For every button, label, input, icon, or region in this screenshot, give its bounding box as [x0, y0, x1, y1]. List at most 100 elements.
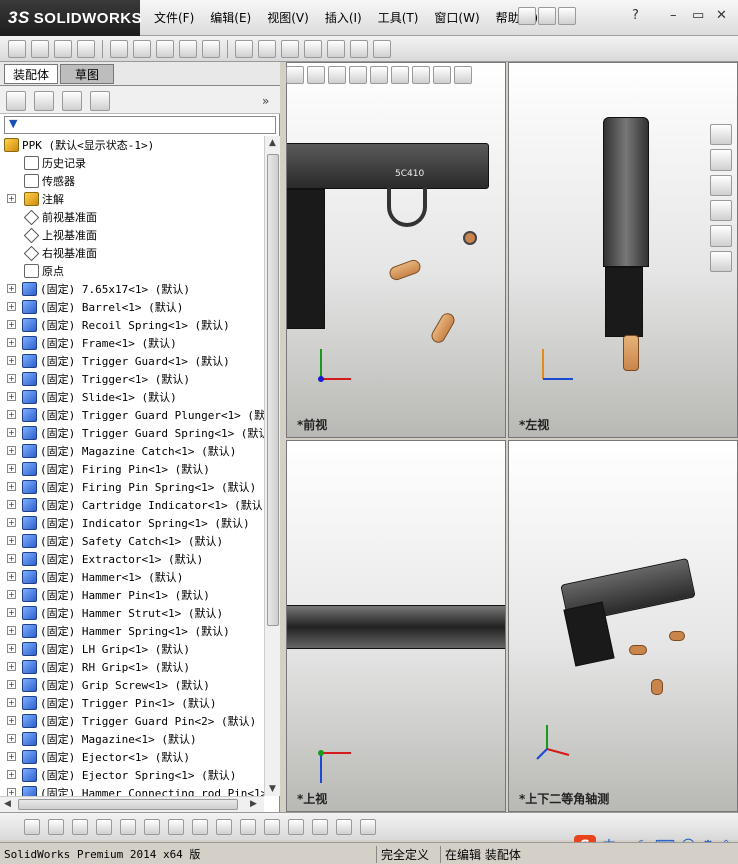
home-icon[interactable]	[710, 124, 732, 146]
trim-icon[interactable]	[96, 818, 112, 835]
minimize-button[interactable]: –	[670, 8, 677, 23]
menu-view[interactable]: 视图(V)	[259, 9, 317, 26]
expand-icon[interactable]: +	[7, 284, 16, 293]
menu-tools[interactable]: 工具(T)	[370, 9, 427, 26]
scroll-left-icon[interactable]: ◀	[4, 799, 11, 809]
viewport-front[interactable]: 5C410 *前视	[286, 62, 506, 438]
tree-item-front-plane[interactable]: 前视基准面	[24, 208, 97, 226]
tree-item-origin[interactable]: 原点	[24, 262, 64, 280]
tree-part-row[interactable]: + (固定) Slide<1> (默认)	[0, 388, 177, 406]
scroll-up-icon[interactable]: ▲	[269, 138, 276, 148]
expand-icon[interactable]: +	[7, 446, 16, 455]
configuration-manager-icon[interactable]	[62, 91, 82, 111]
tree-item-right-plane[interactable]: 右视基准面	[24, 244, 97, 262]
zoom-to-fit-icon[interactable]	[286, 66, 304, 84]
grid-icon[interactable]	[264, 818, 280, 835]
tree-filter-input[interactable]: ▼	[4, 116, 276, 134]
expand-icon[interactable]: +	[7, 626, 16, 635]
tree-part-row[interactable]: + (固定) Hammer Connecting rod Pin<1>	[0, 784, 264, 796]
tree-part-row[interactable]: + (固定) Firing Pin<1> (默认)	[0, 460, 210, 478]
property-manager-icon[interactable]	[34, 91, 54, 111]
tree-item-annotations[interactable]: + 注解	[0, 190, 64, 208]
expand-icon[interactable]: +	[7, 410, 16, 419]
tree-part-row[interactable]: + (固定) Extractor<1> (默认)	[0, 550, 203, 568]
expand-icon[interactable]: +	[7, 338, 16, 347]
exploded-view-icon[interactable]	[258, 39, 276, 58]
explode-line-icon[interactable]	[281, 39, 299, 58]
isometric-view-icon[interactable]	[312, 818, 328, 835]
line-icon[interactable]	[48, 818, 64, 835]
tree-part-row[interactable]: + (固定) Trigger Guard Spring<1> (默认)	[0, 424, 264, 442]
tree-horizontal-scrollbar[interactable]: ◀ ▶	[0, 796, 264, 812]
tree-part-row[interactable]: + (固定) Firing Pin Spring<1> (默认)	[0, 478, 256, 496]
scroll-thumb[interactable]	[267, 154, 279, 626]
expand-icon[interactable]: +	[7, 554, 16, 563]
section-view-icon[interactable]	[349, 66, 367, 84]
expand-icon[interactable]: +	[7, 392, 16, 401]
extend-icon[interactable]	[120, 818, 136, 835]
viewport-left[interactable]: *左视	[508, 62, 738, 438]
viewport-isometric[interactable]: *上下二等角轴测	[508, 440, 738, 812]
expand-icon[interactable]: +	[7, 302, 16, 311]
tree-part-row[interactable]: + (固定) Hammer Pin<1> (默认)	[0, 586, 210, 604]
menu-file[interactable]: 文件(F)	[146, 9, 202, 26]
tree-part-row[interactable]: + (固定) Magazine Catch<1> (默认)	[0, 442, 236, 460]
tree-part-row[interactable]: + (固定) LH Grip<1> (默认)	[0, 640, 190, 658]
tree-part-row[interactable]: + (固定) Hammer Spring<1> (默认)	[0, 622, 230, 640]
pattern-icon[interactable]	[77, 39, 95, 58]
previous-view-icon[interactable]	[328, 66, 346, 84]
tree-part-row[interactable]: + (固定) Hammer Strut<1> (默认)	[0, 604, 223, 622]
insert-component-icon[interactable]	[8, 39, 26, 58]
single-view-icon[interactable]	[336, 818, 352, 835]
open-folder-icon[interactable]	[558, 7, 576, 25]
corner-icon[interactable]	[192, 818, 208, 835]
expand-icon[interactable]: +	[7, 428, 16, 437]
expand-icon[interactable]: +	[7, 716, 16, 725]
tree-item-sensors[interactable]: 传感器	[24, 172, 75, 190]
expand-icon[interactable]: +	[7, 734, 16, 743]
menu-edit[interactable]: 编辑(E)	[202, 9, 259, 26]
expand-icon[interactable]: +	[7, 698, 16, 707]
smart-fasteners-icon[interactable]	[156, 39, 174, 58]
update-icon[interactable]	[373, 39, 391, 58]
bill-of-materials-icon[interactable]	[235, 39, 253, 58]
display-style-icon[interactable]	[391, 66, 409, 84]
expand-icon[interactable]: +	[7, 500, 16, 509]
tree-part-row[interactable]: + (固定) Trigger Guard Pin<2> (默认)	[0, 712, 256, 730]
tree-part-row[interactable]: + (固定) Barrel<1> (默认)	[0, 298, 183, 316]
appearance-manager-icon[interactable]	[90, 91, 110, 111]
tab-sketch[interactable]: 草图	[60, 64, 114, 84]
point-icon[interactable]	[216, 818, 232, 835]
expand-icon[interactable]: +	[7, 482, 16, 491]
expand-icon[interactable]: +	[7, 518, 16, 527]
tree-part-row[interactable]: + (固定) Ejector<1> (默认)	[0, 748, 190, 766]
expand-icon[interactable]: +	[7, 788, 16, 796]
expand-icon[interactable]: +	[7, 644, 16, 653]
expand-icon[interactable]: +	[7, 662, 16, 671]
circle-icon[interactable]	[24, 818, 40, 835]
clip-icon[interactable]	[54, 39, 72, 58]
tab-assembly[interactable]: 装配体	[4, 64, 58, 84]
dimension-icon[interactable]	[240, 818, 256, 835]
expand-icon[interactable]: +	[7, 464, 16, 473]
scroll-thumb[interactable]	[18, 799, 238, 810]
expand-icon[interactable]: +	[7, 608, 16, 617]
view-palette-icon[interactable]	[710, 199, 732, 222]
mate-icon[interactable]	[31, 39, 49, 58]
hide-show-icon[interactable]	[412, 66, 430, 84]
design-library-icon[interactable]	[710, 149, 732, 171]
new-document-icon[interactable]	[538, 7, 556, 25]
tree-part-row[interactable]: + (固定) Trigger<1> (默认)	[0, 370, 190, 388]
tree-part-row[interactable]: + (固定) RH Grip<1> (默认)	[0, 658, 190, 676]
tree-part-row[interactable]: + (固定) Magazine<1> (默认)	[0, 730, 197, 748]
menu-window[interactable]: 窗口(W)	[426, 9, 487, 26]
angle-icon[interactable]	[288, 818, 304, 835]
four-view-icon[interactable]	[360, 818, 376, 835]
menu-insert[interactable]: 插入(I)	[317, 9, 370, 26]
expand-icon[interactable]: +	[7, 770, 16, 779]
mirror-icon[interactable]	[168, 818, 184, 835]
appearances-icon[interactable]	[710, 225, 732, 247]
interference-icon[interactable]	[304, 39, 322, 58]
expand-icon[interactable]: +	[7, 680, 16, 689]
reference-geometry-icon[interactable]	[202, 39, 220, 58]
